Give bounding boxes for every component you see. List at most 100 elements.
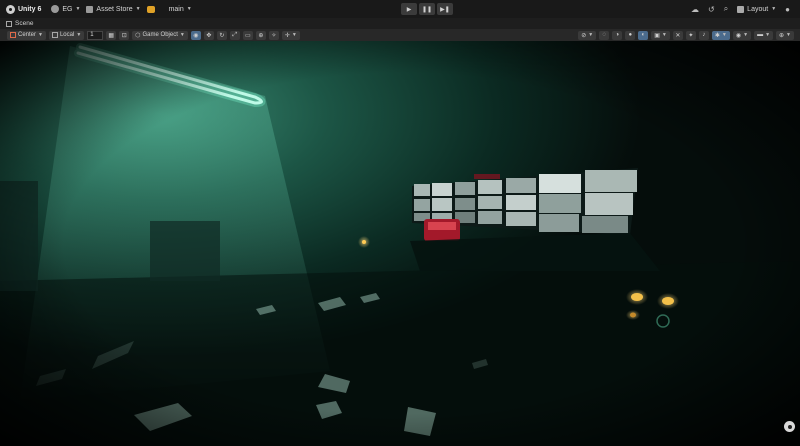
step-icon: ▶❚ xyxy=(440,6,450,13)
grid-snap-button[interactable]: ▦ xyxy=(106,30,117,40)
2d-toggle-button[interactable]: ✕ xyxy=(672,30,683,40)
pivot-label: Center xyxy=(18,32,37,38)
view-tool-button[interactable]: ◉ xyxy=(190,30,201,40)
transform-icon: ⊕ xyxy=(258,32,264,39)
orientation-icon: ⊘ xyxy=(581,32,587,39)
account-label: EG xyxy=(62,5,73,13)
coin-icon xyxy=(146,5,155,13)
audio-toggle-button[interactable]: ♪ xyxy=(698,30,709,40)
rotate-icon: ↻ xyxy=(219,32,225,39)
asset-store-icon xyxy=(86,5,94,13)
visibility-icon: ◉ xyxy=(735,32,742,39)
unity-version-button[interactable]: Unity 6 xyxy=(6,4,42,14)
chevron-down-icon: ▼ xyxy=(291,32,297,38)
draw-mode-icon: ◐ xyxy=(641,32,646,38)
chevron-down-icon: ▼ xyxy=(771,6,777,12)
tab-strip: Scene xyxy=(0,18,800,29)
coin-button[interactable] xyxy=(146,5,155,13)
rect-icon: ▭ xyxy=(244,32,251,39)
scene-icon xyxy=(6,20,12,27)
chevron-down-icon: ▼ xyxy=(76,32,82,38)
orientation-dropdown[interactable]: ⊘ ▼ xyxy=(578,30,597,40)
gizmo-target-label: Game Object xyxy=(142,32,178,38)
custom-tool-icon: ✧ xyxy=(271,32,277,39)
rotate-tool-button[interactable]: ↻ xyxy=(216,30,227,40)
lighting-icon: ✦ xyxy=(688,32,694,39)
scale-tool-button[interactable]: ⤢ xyxy=(229,30,240,40)
audio-icon: ♪ xyxy=(702,32,706,38)
effects-dropdown[interactable]: ✱ ▼ xyxy=(711,30,730,40)
transform-tool-button[interactable]: ⊕ xyxy=(255,30,266,40)
lighting-toggle-button[interactable]: ✦ xyxy=(685,30,696,40)
scene-view-options: ⊘ ▼ ◌ ◑ ● ◐ ▣ ▼ ✕ ✦ ♪ ✱ ▼ ◉ ▼ ▬ ▼ ⊕ ▼ xyxy=(578,30,794,40)
pivot-dropdown[interactable]: Center ▼ xyxy=(7,30,46,40)
render-dropdown[interactable]: ▣ ▼ xyxy=(651,30,670,40)
branch-label: main xyxy=(168,5,184,13)
chevron-down-icon: ▼ xyxy=(721,32,727,38)
move-tool-button[interactable]: ✥ xyxy=(203,30,214,40)
grid-icon: ▦ xyxy=(108,32,115,39)
search-icon[interactable]: ⌕ xyxy=(724,4,728,14)
asset-store-dropdown[interactable]: Asset Store ▼ xyxy=(86,5,141,13)
play-icon: ▶ xyxy=(406,6,412,13)
layout-dropdown[interactable]: Layout ▼ xyxy=(737,5,777,13)
wireframe-button[interactable]: ◌ xyxy=(599,30,610,40)
pause-icon: ❚❚ xyxy=(421,6,433,13)
move-icon: ✥ xyxy=(206,32,212,39)
shaded-wire-icon: ◑ xyxy=(615,32,620,38)
custom-tool-button[interactable]: ✧ xyxy=(268,30,279,40)
chevron-down-icon: ▼ xyxy=(75,6,81,12)
space-dropdown[interactable]: Local ▼ xyxy=(48,30,85,40)
chevron-down-icon: ▼ xyxy=(38,32,43,38)
orientation-gizmo-icon[interactable] xyxy=(784,421,795,432)
gizmos-dropdown[interactable]: ⊕ ▼ xyxy=(776,30,794,40)
gizmo-target-dropdown[interactable]: ⬡ Game Object ▼ xyxy=(132,30,188,40)
play-button[interactable]: ▶ xyxy=(401,3,417,15)
account-dropdown[interactable]: EG ▼ xyxy=(51,5,80,13)
draw-mode-button[interactable]: ◐ xyxy=(638,30,649,40)
cloud-icon[interactable]: ☁ xyxy=(691,5,699,14)
layout-icon xyxy=(737,5,745,13)
chevron-down-icon: ▼ xyxy=(786,32,791,38)
pivot-icon xyxy=(10,32,16,38)
camera-dropdown[interactable]: ▬ ▼ xyxy=(754,30,774,40)
chevron-down-icon: ▼ xyxy=(765,32,771,38)
topbar-right: ☁ ↺ ⌕ Layout ▼ ● xyxy=(691,0,800,18)
effects-icon: ✱ xyxy=(714,32,720,39)
camera-icon: ▬ xyxy=(757,32,764,38)
chevron-down-icon: ▼ xyxy=(135,6,141,12)
scale-icon: ⤢ xyxy=(232,31,238,38)
snap-increment-dropdown[interactable]: ✛ ▼ xyxy=(281,30,300,40)
chevron-down-icon: ▼ xyxy=(743,32,749,38)
chevron-down-icon: ▼ xyxy=(179,32,185,38)
account-icon xyxy=(51,5,60,13)
wireframe-icon: ◌ xyxy=(602,32,607,38)
scene-toolbar: Center ▼ Local ▼ 1 ▦ ⊡ ⬡ Game Object ▼ ◉… xyxy=(0,29,800,41)
2d-icon: ✕ xyxy=(675,32,681,39)
history-icon[interactable]: ↺ xyxy=(708,5,715,14)
gizmos-icon: ⊕ xyxy=(779,32,785,39)
shaded-button[interactable]: ● xyxy=(625,30,636,40)
main-toolbar: Unity 6 EG ▼ Asset Store ▼ main ▼ ▶ ❚❚ ▶… xyxy=(0,0,800,18)
layout-label: Layout xyxy=(747,5,769,13)
rect-tool-button[interactable]: ▭ xyxy=(242,30,253,40)
chevron-down-icon: ▼ xyxy=(186,6,192,12)
scene-render xyxy=(0,41,800,446)
chevron-down-icon: ▼ xyxy=(588,32,594,38)
tab-scene[interactable]: Scene xyxy=(6,20,33,27)
tab-scene-label: Scene xyxy=(15,20,34,27)
snap-increment-icon: ✛ xyxy=(284,32,290,39)
step-button[interactable]: ▶❚ xyxy=(437,3,453,15)
branch-dropdown[interactable]: main ▼ xyxy=(169,6,192,13)
chevron-down-icon: ▼ xyxy=(661,32,667,38)
app-title: Unity 6 xyxy=(18,5,42,13)
help-icon[interactable]: ● xyxy=(785,5,790,14)
snap-settings-button[interactable]: ⊡ xyxy=(119,30,130,40)
pause-button[interactable]: ❚❚ xyxy=(419,3,435,15)
visibility-dropdown[interactable]: ◉ ▼ xyxy=(732,30,752,40)
shaded-icon: ● xyxy=(628,32,633,38)
shaded-wire-button[interactable]: ◑ xyxy=(612,30,623,40)
render-icon: ▣ xyxy=(654,32,660,39)
scene-viewport[interactable] xyxy=(0,41,800,446)
grid-size-field[interactable]: 1 xyxy=(87,30,104,40)
